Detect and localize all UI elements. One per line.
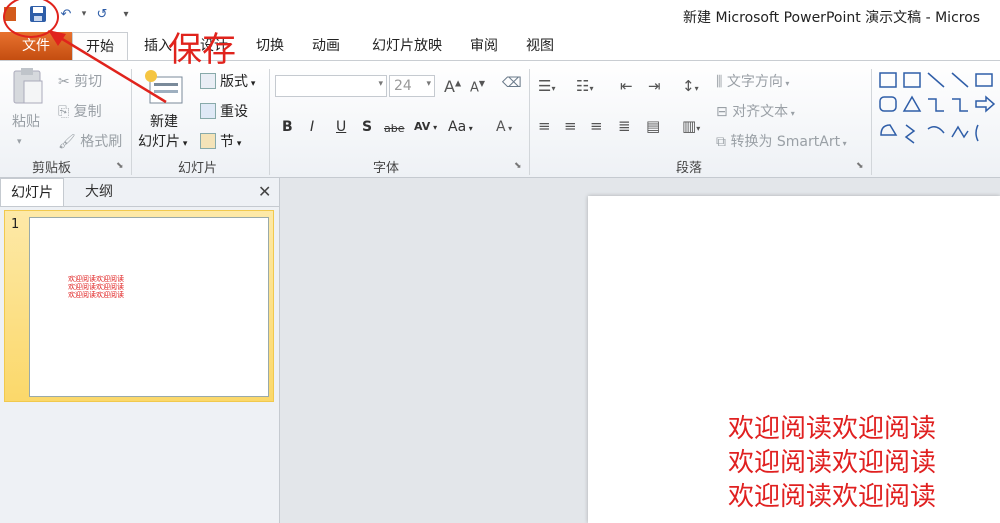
align-center-icon[interactable]: ≡ [564, 117, 577, 135]
new-slide-button[interactable]: 幻灯片 ▾ [138, 131, 187, 151]
tab-animations[interactable]: 动画 [304, 32, 348, 60]
align-text-icon: ⊟ [716, 104, 733, 120]
group-separator [131, 69, 132, 175]
distributed-icon[interactable]: ▤ [646, 117, 660, 135]
tab-view[interactable]: 视图 [518, 32, 562, 60]
group-label-font: 字体 [373, 161, 400, 176]
format-painter-button[interactable]: 🖌 格式刷 [58, 131, 122, 151]
group-separator [529, 69, 530, 175]
clear-format-button[interactable]: ⌫ [502, 75, 522, 91]
tab-slideshow[interactable]: 幻灯片放映 [362, 32, 452, 60]
group-separator [871, 69, 872, 175]
thumb-text-line: 欢迎阅读欢迎阅读 [68, 291, 124, 299]
tab-home[interactable]: 开始 [72, 32, 128, 60]
undo-dropdown[interactable]: ▾ [74, 4, 94, 24]
tab-transitions[interactable]: 切换 [248, 32, 292, 60]
bold-button[interactable]: B [282, 119, 293, 135]
brush-icon: 🖌 [58, 134, 81, 150]
thumb-text-line: 欢迎阅读欢迎阅读 [68, 283, 124, 291]
slide-thumbnail-selected[interactable]: 1 欢迎阅读欢迎阅读 欢迎阅读欢迎阅读 欢迎阅读欢迎阅读 [4, 210, 274, 402]
smartart-icon: ⧉ [716, 134, 731, 150]
new-slide-label[interactable]: 新建 [150, 111, 178, 131]
reset-button[interactable]: 重设 [220, 101, 248, 121]
line-spacing-icon[interactable]: ↕▾ [682, 77, 699, 95]
align-right-icon[interactable]: ≡ [590, 117, 603, 135]
close-icon[interactable]: ✕ [258, 182, 271, 201]
annotation-label: 保存 [168, 30, 236, 70]
slide-text-line[interactable]: 欢迎阅读欢迎阅读 [728, 414, 936, 444]
slide-canvas[interactable]: 欢迎阅读欢迎阅读 欢迎阅读欢迎阅读 欢迎阅读欢迎阅读 [588, 196, 1000, 523]
slides-panel: 幻灯片 大纲 ✕ 1 欢迎阅读欢迎阅读 欢迎阅读欢迎阅读 欢迎阅读欢迎阅读 [0, 178, 280, 523]
eraser-icon: ⌫ [502, 75, 522, 91]
columns-icon[interactable]: ▥▾ [682, 117, 700, 135]
title-bar: ↶ ▾ ↺ ▾ 新建 Microsoft PowerPoint 演示文稿 - M… [0, 0, 1000, 32]
layout-icon [200, 73, 216, 89]
dialog-launcher-icon[interactable]: ⬊ [856, 161, 864, 171]
bullets-icon[interactable]: ☰▾ [538, 77, 555, 95]
strikethrough-button[interactable]: abe [384, 122, 405, 135]
group-label-slides: 幻灯片 [178, 161, 218, 176]
text-direction-button[interactable]: ⫼ 文字方向 ▾ [716, 71, 789, 91]
chevron-down-icon: ▾ [426, 79, 431, 89]
ribbon-tabs: 文件 开始 插入 设计 切换 动画 幻灯片放映 审阅 视图 [0, 32, 1000, 60]
dialog-launcher-icon[interactable]: ⬊ [116, 161, 124, 171]
scissors-icon: ✂ [58, 74, 75, 90]
change-case-button[interactable]: Aa ▾ [448, 119, 473, 135]
copy-icon: ⎘ [58, 104, 74, 120]
font-name-box[interactable]: ▾ [275, 75, 387, 97]
align-text-button[interactable]: ⊟ 对齐文本 ▾ [716, 101, 795, 121]
chevron-down-icon: ▾ [81, 9, 87, 19]
slide-number: 1 [11, 217, 20, 232]
new-slide-icon [144, 69, 184, 105]
shrink-font-button[interactable]: A▼ [470, 79, 485, 95]
font-color-button[interactable]: A ▾ [496, 119, 512, 135]
group-label-paragraph: 段落 [676, 161, 703, 176]
redo-button[interactable]: ↺ [92, 4, 112, 24]
italic-button[interactable]: I [310, 119, 314, 135]
font-size-box[interactable]: 24 ▾ [389, 75, 435, 97]
shapes-gallery[interactable] [878, 69, 1000, 149]
chevron-down-icon[interactable]: ▾ [17, 137, 22, 147]
group-label-clipboard: 剪贴板 [32, 161, 72, 176]
align-left-icon[interactable]: ≡ [538, 117, 551, 135]
justify-icon[interactable]: ≣ [618, 117, 631, 135]
text-direction-icon: ⫼ [716, 74, 727, 90]
ribbon: 粘贴 ▾ ✂ 剪切 ⎘ 复制 🖌 格式刷 剪贴板 ⬊ 新建 幻灯片 ▾ 版式 ▾… [0, 60, 1000, 178]
shadow-button[interactable]: S [362, 119, 372, 135]
chevron-down-icon: ▾ [378, 79, 383, 89]
section-icon [200, 133, 216, 149]
customize-qat[interactable]: ▾ [116, 4, 136, 24]
section-button[interactable]: 节 ▾ [220, 131, 241, 151]
numbering-icon[interactable]: ☷▾ [576, 77, 593, 95]
group-separator [269, 69, 270, 175]
panel-divider [0, 206, 279, 207]
slide-thumbnail[interactable]: 欢迎阅读欢迎阅读 欢迎阅读欢迎阅读 欢迎阅读欢迎阅读 [29, 217, 269, 397]
tab-review[interactable]: 审阅 [462, 32, 506, 60]
redo-icon: ↺ [96, 6, 108, 22]
underline-button[interactable]: U [336, 119, 346, 135]
slide-editing-area: 欢迎阅读欢迎阅读 欢迎阅读欢迎阅读 欢迎阅读欢迎阅读 [280, 178, 1000, 523]
tab-slides[interactable]: 幻灯片 [0, 178, 64, 206]
increase-indent-icon[interactable]: ⇥ [648, 77, 661, 95]
paste-icon [10, 67, 48, 109]
slide-text-line[interactable]: 欢迎阅读欢迎阅读 [728, 482, 936, 512]
slide-text-line[interactable]: 欢迎阅读欢迎阅读 [728, 448, 936, 478]
undo-icon: ↶ [60, 6, 72, 22]
layout-button[interactable]: 版式 ▾ [220, 71, 255, 91]
cut-button[interactable]: ✂ 剪切 [58, 71, 102, 91]
char-spacing-button[interactable]: AV ▾ [414, 120, 437, 133]
decrease-indent-icon[interactable]: ⇤ [620, 77, 633, 95]
dialog-launcher-icon[interactable]: ⬊ [514, 161, 522, 171]
thumb-text-line: 欢迎阅读欢迎阅读 [68, 275, 124, 283]
copy-button[interactable]: ⎘ 复制 [58, 101, 102, 121]
smartart-button[interactable]: ⧉ 转换为 SmartArt ▾ [716, 131, 847, 151]
grow-font-button[interactable]: A▲ [444, 77, 461, 96]
chevron-down-icon: ▾ [123, 8, 129, 20]
tab-outline[interactable]: 大纲 [66, 178, 132, 206]
reset-icon [200, 103, 216, 119]
window-title: 新建 Microsoft PowerPoint 演示文稿 - Micros [683, 10, 981, 26]
paste-button[interactable]: 粘贴 [12, 111, 40, 131]
undo-button[interactable]: ↶ [56, 4, 76, 24]
